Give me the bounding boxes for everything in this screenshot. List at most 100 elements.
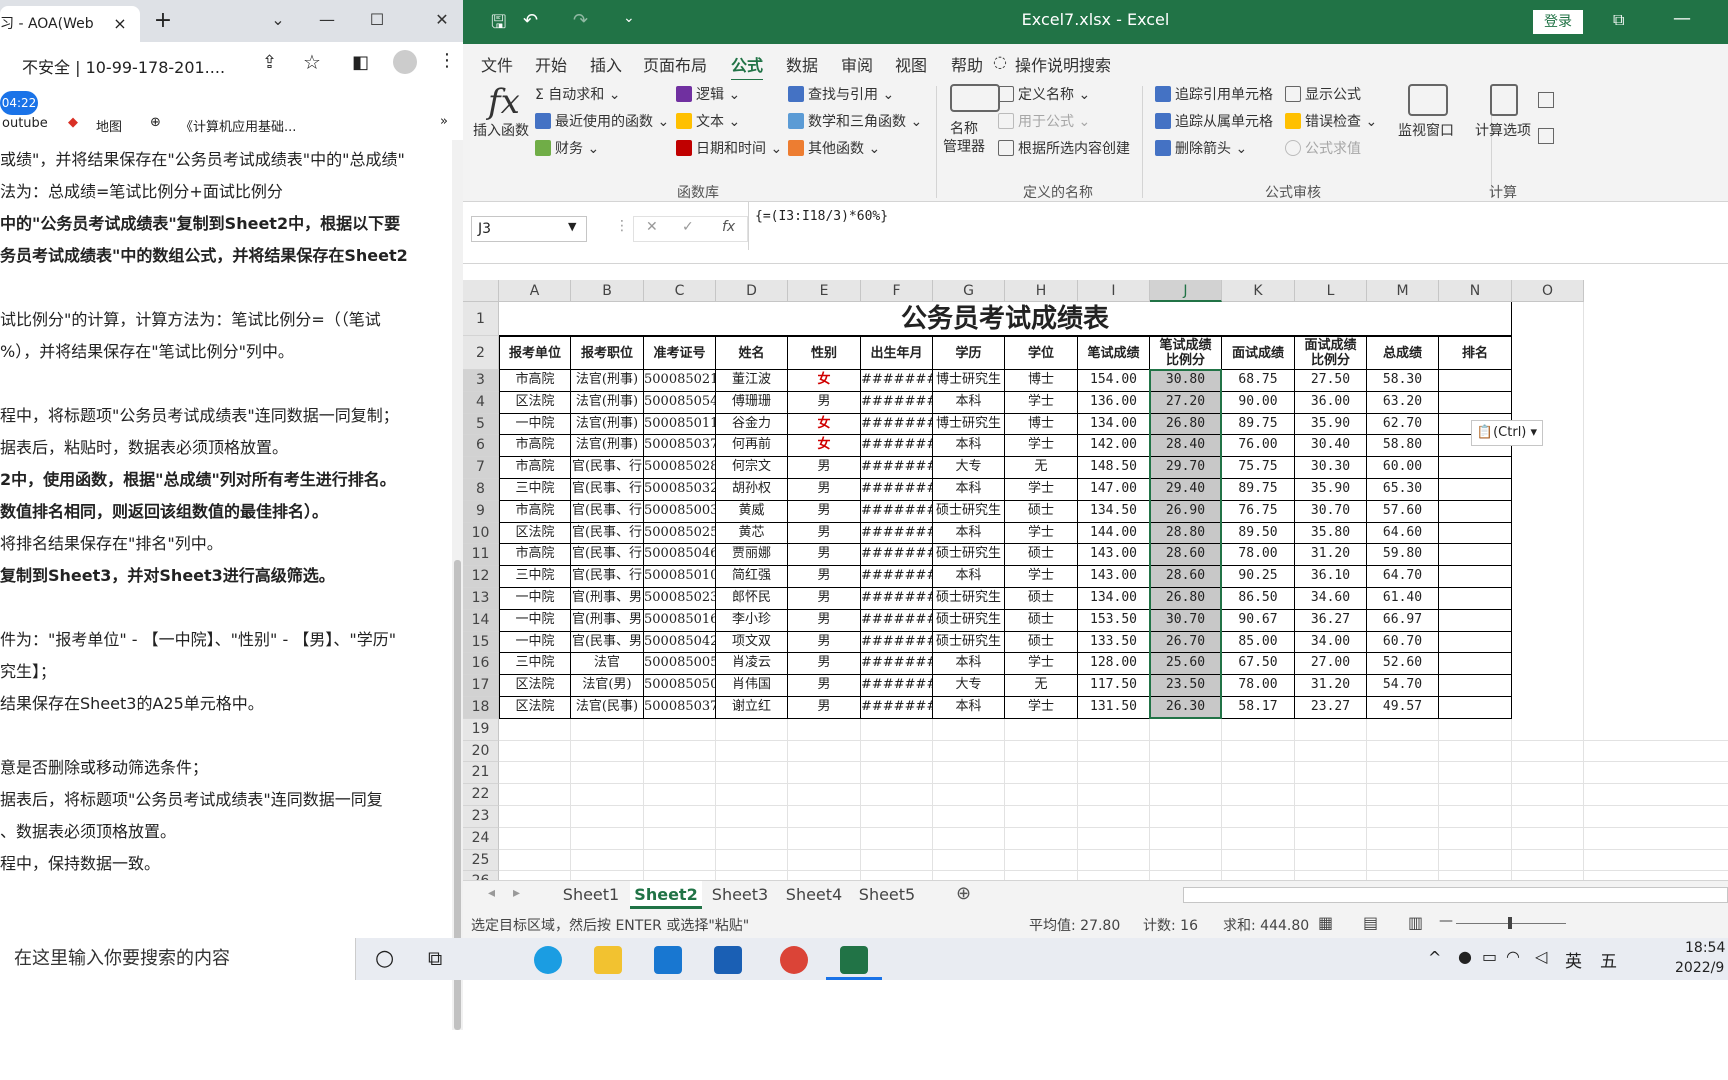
- column-header[interactable]: L: [1295, 280, 1367, 302]
- column-header[interactable]: G: [933, 280, 1005, 302]
- table-cell[interactable]: 65.30: [1367, 479, 1439, 501]
- table-cell[interactable]: 男: [788, 609, 861, 632]
- table-cell[interactable]: 5000850230: [644, 588, 716, 610]
- row-header[interactable]: 9: [463, 500, 499, 523]
- row-header[interactable]: 16: [463, 653, 499, 676]
- table-cell[interactable]: 何再前: [716, 435, 788, 458]
- table-cell[interactable]: 5000850465: [644, 544, 716, 567]
- table-cell[interactable]: 男: [788, 566, 861, 588]
- table-cell[interactable]: #########: [861, 697, 933, 719]
- table-cell[interactable]: 法官(男): [571, 675, 644, 697]
- table-cell[interactable]: 法官(刑事): [571, 435, 644, 458]
- menu-tab[interactable]: 插入: [590, 52, 622, 76]
- table-cell[interactable]: 134.00: [1078, 588, 1150, 610]
- mic-icon[interactable]: ●: [1458, 947, 1472, 966]
- table-cell[interactable]: 89.75: [1222, 479, 1295, 501]
- table-cell[interactable]: 博士研究生: [933, 413, 1005, 436]
- table-cell[interactable]: 28.40: [1150, 435, 1222, 458]
- table-cell[interactable]: 男: [788, 697, 861, 719]
- table-cell[interactable]: 60.70: [1367, 631, 1439, 654]
- calc-sheet-icon[interactable]: [1538, 128, 1554, 144]
- table-cell[interactable]: 本科: [933, 435, 1005, 458]
- column-header[interactable]: H: [1005, 280, 1078, 302]
- table-cell[interactable]: 26.80: [1150, 588, 1222, 610]
- edge-icon[interactable]: [534, 946, 562, 974]
- table-cell[interactable]: 硕士研究生: [933, 609, 1005, 632]
- table-cell[interactable]: 男: [788, 588, 861, 610]
- table-cell[interactable]: 128.00: [1078, 653, 1150, 676]
- insert-function-icon[interactable]: fx: [722, 219, 735, 235]
- table-cell[interactable]: 本科: [933, 697, 1005, 719]
- table-cell[interactable]: 23.50: [1150, 675, 1222, 697]
- folder-icon[interactable]: [594, 946, 622, 974]
- table-cell[interactable]: 67.50: [1222, 653, 1295, 676]
- table-cell[interactable]: 学士: [1005, 522, 1078, 545]
- more-bookmarks-icon[interactable]: »: [440, 114, 448, 129]
- column-header[interactable]: A: [499, 280, 571, 302]
- table-cell[interactable]: 市高院: [499, 435, 571, 458]
- row-header[interactable]: 2: [463, 336, 499, 370]
- menu-tab[interactable]: 公式: [731, 52, 764, 82]
- browser-tab[interactable]: 习 - AOA(Web ×: [0, 6, 140, 42]
- table-cell[interactable]: #########: [861, 588, 933, 610]
- table-cell[interactable]: #########: [861, 500, 933, 523]
- table-cell[interactable]: #########: [861, 435, 933, 458]
- table-cell[interactable]: 硕士研究生: [933, 544, 1005, 567]
- select-all-corner[interactable]: [463, 280, 499, 302]
- header-cell[interactable]: 性别: [788, 336, 861, 370]
- ribbon-display-icon[interactable]: ⧉: [1613, 10, 1624, 30]
- table-cell[interactable]: 35.90: [1295, 479, 1367, 501]
- table-cell[interactable]: 法官(刑事): [571, 370, 644, 392]
- table-cell[interactable]: 大专: [933, 675, 1005, 697]
- table-cell[interactable]: 76.75: [1222, 500, 1295, 523]
- header-cell[interactable]: 姓名: [716, 336, 788, 370]
- error-check-button[interactable]: 错误检查 ⌄: [1285, 111, 1377, 131]
- sheet-title[interactable]: 公务员考试成绩表: [499, 302, 1512, 336]
- table-cell[interactable]: 25.60: [1150, 653, 1222, 676]
- sidebar-icon[interactable]: ◧: [352, 52, 369, 73]
- table-cell[interactable]: [1439, 588, 1512, 610]
- column-header[interactable]: O: [1512, 280, 1584, 302]
- column-header[interactable]: I: [1078, 280, 1150, 302]
- table-cell[interactable]: 30.70: [1150, 609, 1222, 632]
- header-cell[interactable]: 面试成绩 比例分: [1295, 336, 1367, 370]
- table-cell[interactable]: 59.80: [1367, 544, 1439, 567]
- table-cell[interactable]: [1439, 500, 1512, 523]
- table-cell[interactable]: 法官(刑事): [571, 391, 644, 414]
- table-cell[interactable]: 49.57: [1367, 697, 1439, 719]
- table-cell[interactable]: 学士: [1005, 391, 1078, 414]
- table-cell[interactable]: 34.00: [1295, 631, 1367, 654]
- table-cell[interactable]: [1439, 544, 1512, 567]
- new-tab-button[interactable]: +: [150, 8, 176, 34]
- table-cell[interactable]: 肖凌云: [716, 653, 788, 676]
- sheet-tab[interactable]: Sheet2: [630, 881, 702, 909]
- table-cell[interactable]: 136.00: [1078, 391, 1150, 414]
- speaker-icon[interactable]: ◁: [1535, 947, 1547, 966]
- evaluate-formula-button[interactable]: 公式求值: [1285, 138, 1361, 158]
- table-cell[interactable]: 60.00: [1367, 457, 1439, 479]
- table-cell[interactable]: #########: [861, 675, 933, 697]
- table-cell[interactable]: 35.90: [1295, 413, 1367, 436]
- table-cell[interactable]: 男: [788, 391, 861, 414]
- recent-functions-button[interactable]: 最近使用的函数 ⌄: [535, 111, 669, 131]
- taskbar-search[interactable]: 在这里输入你要搜索的内容: [0, 938, 356, 980]
- table-cell[interactable]: 市高院: [499, 544, 571, 567]
- table-cell[interactable]: 5000850166: [644, 609, 716, 632]
- table-cell[interactable]: 147.00: [1078, 479, 1150, 501]
- financial-button[interactable]: 财务 ⌄: [535, 138, 599, 158]
- table-cell[interactable]: 143.00: [1078, 566, 1150, 588]
- table-cell[interactable]: 男: [788, 631, 861, 654]
- calc-options-button[interactable]: 计算选项: [1475, 120, 1531, 140]
- table-cell[interactable]: 5000850379: [644, 697, 716, 719]
- menu-tab[interactable]: 数据: [786, 52, 818, 76]
- table-cell[interactable]: #########: [861, 391, 933, 414]
- table-cell[interactable]: 官(民事、行: [571, 479, 644, 501]
- table-cell[interactable]: [1439, 697, 1512, 719]
- table-cell[interactable]: 博士研究生: [933, 370, 1005, 392]
- table-cell[interactable]: 90.67: [1222, 609, 1295, 632]
- table-cell[interactable]: 30.80: [1150, 370, 1222, 392]
- lookup-button[interactable]: 查找与引用 ⌄: [788, 84, 894, 104]
- row-header[interactable]: 19: [463, 718, 499, 741]
- show-formulas-button[interactable]: 显示公式: [1285, 84, 1361, 104]
- table-cell[interactable]: 142.00: [1078, 435, 1150, 458]
